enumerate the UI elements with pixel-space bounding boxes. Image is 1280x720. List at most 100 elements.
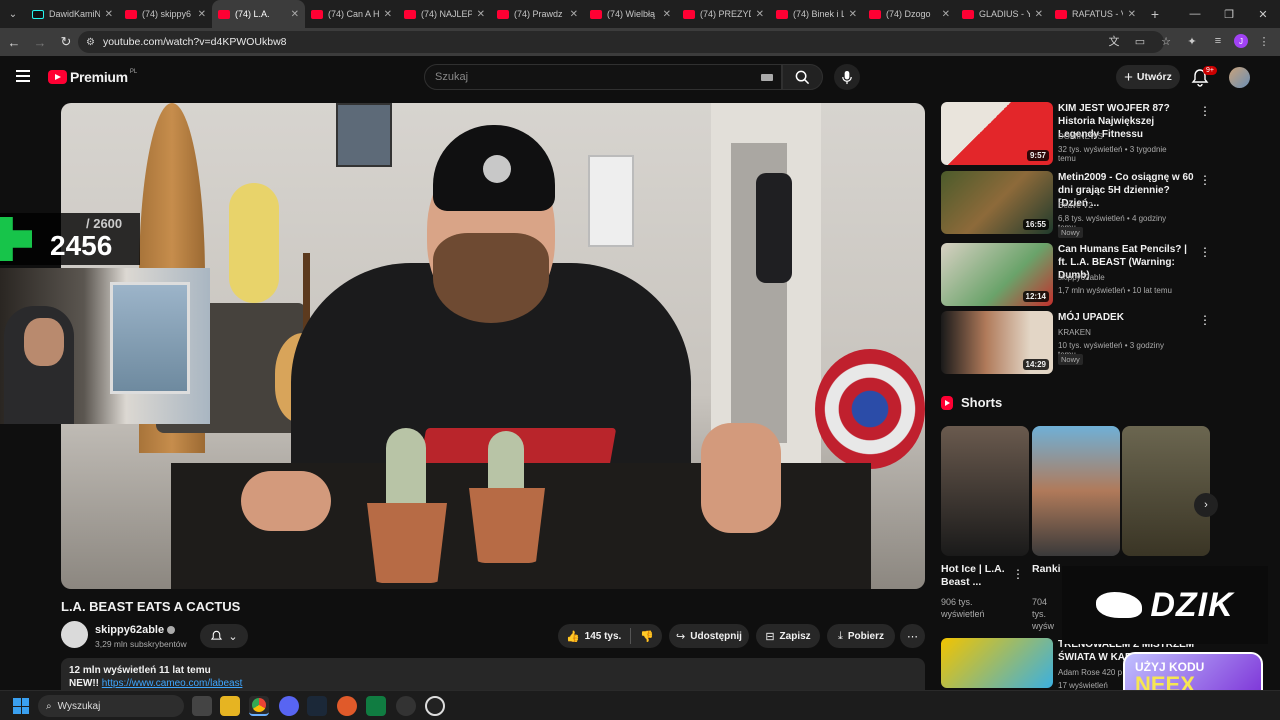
browser-tab[interactable]: DawidKamiN ✕: [26, 0, 119, 28]
channel-name[interactable]: skippy62able: [95, 624, 176, 636]
youtube-logo[interactable]: Premium PL: [48, 69, 137, 85]
browser-tab[interactable]: GLADIUS - Y ✕: [956, 0, 1049, 28]
short-thumbnail[interactable]: [1032, 426, 1120, 556]
like-count[interactable]: 145 tys.: [585, 631, 622, 642]
close-tab-icon[interactable]: ✕: [942, 9, 950, 20]
short-thumbnail[interactable]: [1122, 426, 1210, 556]
search-icon: [795, 70, 810, 84]
recommendation-item[interactable]: 16:55 Metin2009 - Co osiągnę w 60 dni gra…: [941, 171, 1211, 238]
close-tab-icon[interactable]: ✕: [849, 9, 857, 20]
dislike-icon[interactable]: 👎: [640, 630, 654, 643]
minimize-icon[interactable]: —: [1178, 0, 1212, 28]
translate-icon[interactable]: 文: [1104, 30, 1124, 52]
video-menu-icon[interactable]: ⋮: [1199, 173, 1211, 187]
video-thumbnail[interactable]: 14:29: [941, 311, 1053, 374]
browser-tab[interactable]: (74) Prawdz ✕: [491, 0, 584, 28]
close-window-icon[interactable]: ✕: [1246, 0, 1280, 28]
video-menu-icon[interactable]: ⋮: [1199, 313, 1211, 327]
close-tab-icon[interactable]: ✕: [570, 9, 578, 20]
more-actions-button[interactable]: ⋯: [900, 624, 925, 648]
browser-tab[interactable]: (74) Binek i L ✕: [770, 0, 863, 28]
voice-search-button[interactable]: [834, 64, 860, 90]
browser-tab[interactable]: (74) skippy6 ✕: [119, 0, 212, 28]
browser-tab[interactable]: (74) PREZYD ✕: [677, 0, 770, 28]
video-thumbnail[interactable]: 12:14: [941, 243, 1053, 306]
save-label: Zapisz: [779, 630, 811, 642]
close-tab-icon[interactable]: ✕: [291, 9, 299, 20]
like-icon[interactable]: 👍: [566, 630, 580, 643]
reload-icon[interactable]: ↻: [54, 30, 78, 54]
profile-avatar[interactable]: J: [1234, 34, 1248, 48]
recommendation-channel[interactable]: skippy62able: [1058, 273, 1105, 282]
close-tab-icon[interactable]: ✕: [1128, 9, 1136, 20]
save-button[interactable]: ⊟ Zapisz: [756, 624, 820, 648]
back-icon[interactable]: ←: [2, 30, 26, 54]
site-info-icon[interactable]: ⚙: [86, 37, 95, 48]
task-view-icon[interactable]: [192, 696, 212, 716]
taskbar-search[interactable]: ⌕ Wyszukaj: [38, 695, 184, 717]
short-thumbnail[interactable]: [941, 426, 1029, 556]
video-thumbnail[interactable]: 9:57: [941, 102, 1053, 165]
recommendation-item[interactable]: 14:29 MÓJ UPADEK KRAKEN 10 tys. wyświetleń …: [941, 311, 1211, 375]
search-button[interactable]: [782, 64, 823, 90]
close-tab-icon[interactable]: ✕: [105, 9, 113, 20]
video-thumbnail[interactable]: [941, 638, 1053, 688]
browser-tab[interactable]: (74) Dzogo ✕: [863, 0, 956, 28]
address-url[interactable]: youtube.com/watch?v=d4KPWOUkbw8: [103, 36, 287, 48]
short-menu-icon[interactable]: ⋮: [1012, 567, 1024, 581]
windows-start-icon[interactable]: [13, 698, 29, 714]
subscription-bell-button[interactable]: ⌄: [200, 624, 248, 648]
game-launcher-icon[interactable]: [337, 696, 357, 716]
video-menu-icon[interactable]: ⋮: [1199, 104, 1211, 118]
browser-tab[interactable]: (74) NAJLEP ✕: [398, 0, 491, 28]
video-thumbnail[interactable]: 16:55: [941, 171, 1053, 234]
recommendation-channel[interactable]: Beave V2: [1058, 201, 1093, 210]
reading-list-icon[interactable]: ≡: [1208, 30, 1228, 52]
steam-icon[interactable]: [307, 696, 327, 716]
search-input[interactable]: Szukaj: [424, 64, 782, 90]
browser-tab[interactable]: RAFATUS - V ✕: [1049, 0, 1142, 28]
forward-icon[interactable]: →: [28, 30, 52, 54]
recommendation-title[interactable]: MÓJ UPADEK: [1058, 311, 1196, 324]
recommendation-channel[interactable]: KRAKEN: [1058, 328, 1091, 337]
address-bar[interactable]: ⚙ youtube.com/watch?v=d4KPWOUkbw8: [78, 31, 1164, 53]
cast-icon[interactable]: ▭: [1130, 30, 1150, 52]
extensions-icon[interactable]: ✦: [1182, 30, 1202, 52]
discord-icon[interactable]: [279, 696, 299, 716]
chrome-icon[interactable]: [249, 696, 269, 716]
excel-icon[interactable]: [366, 696, 386, 716]
close-tab-icon[interactable]: ✕: [198, 9, 206, 20]
hamburger-menu-icon[interactable]: [16, 70, 30, 82]
recommendation-item[interactable]: 12:14 Can Humans Eat Pencils? | ft. L.A. …: [941, 243, 1211, 307]
keyboard-icon[interactable]: [761, 74, 773, 81]
browser-tab[interactable]: (74) Wielbłą ✕: [584, 0, 677, 28]
new-tab-button[interactable]: +: [1142, 6, 1168, 22]
close-tab-icon[interactable]: ✕: [1035, 9, 1043, 20]
recommendation-channel[interactable]: DOMINEWS: [1058, 132, 1103, 141]
browser-tab[interactable]: (74) Can A H ✕: [305, 0, 398, 28]
close-tab-icon[interactable]: ✕: [663, 9, 671, 20]
description-link[interactable]: https://www.cameo.com/labeast: [102, 678, 243, 689]
file-explorer-icon[interactable]: [220, 696, 240, 716]
recommendation-item[interactable]: 9:57 KIM JEST WOJFER 87? Historia Najwięk…: [941, 102, 1211, 166]
create-button[interactable]: + Utwórz: [1116, 65, 1180, 89]
close-tab-icon[interactable]: ✕: [384, 9, 392, 20]
settings-gear-icon[interactable]: [425, 696, 445, 716]
account-avatar[interactable]: [1229, 67, 1250, 88]
close-tab-icon[interactable]: ✕: [756, 9, 764, 20]
obs-icon[interactable]: [396, 696, 416, 716]
restore-icon[interactable]: ❐: [1212, 0, 1246, 28]
recommendation-channel[interactable]: Adam Rose 420 p: [1058, 668, 1122, 677]
download-button[interactable]: ⤓ Pobierz: [827, 624, 895, 648]
youtube-icon: [776, 9, 788, 19]
tab-search-menu-button[interactable]: ⌄: [0, 0, 26, 28]
shorts-next-button[interactable]: ›: [1194, 493, 1218, 517]
bookmark-star-icon[interactable]: ☆: [1156, 30, 1176, 52]
close-tab-icon[interactable]: ✕: [477, 9, 485, 20]
create-label: Utwórz: [1136, 71, 1172, 83]
video-menu-icon[interactable]: ⋮: [1199, 245, 1211, 259]
share-button[interactable]: ↪ Udostępnij: [669, 624, 749, 648]
browser-menu-icon[interactable]: ⋮: [1254, 30, 1274, 52]
browser-tab[interactable]: (74) L.A. ✕: [212, 0, 305, 28]
channel-avatar[interactable]: [61, 621, 88, 648]
